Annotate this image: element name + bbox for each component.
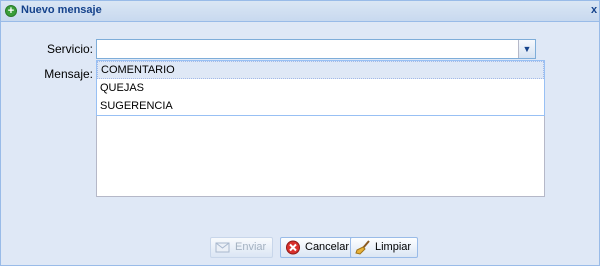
form-body: Servicio: ▼ Mensaje: COMENTARIO QUEJAS S… bbox=[7, 23, 595, 259]
limpiar-label: Limpiar bbox=[375, 241, 412, 253]
cancelar-label: Cancelar bbox=[305, 241, 350, 253]
envelope-send-icon bbox=[215, 242, 230, 253]
mensaje-label: Mensaje: bbox=[44, 67, 93, 81]
servicio-combo[interactable]: ▼ bbox=[96, 39, 536, 59]
dropdown-option-sugerencia[interactable]: SUGERENCIA bbox=[97, 97, 544, 115]
enviar-label: Enviar bbox=[235, 241, 267, 253]
servicio-label: Servicio: bbox=[46, 42, 93, 56]
servicio-dropdown-list: COMENTARIO QUEJAS SUGERENCIA bbox=[96, 60, 545, 116]
window-title: Nuevo mensaje bbox=[21, 4, 102, 16]
limpiar-button[interactable]: Limpiar bbox=[350, 237, 419, 258]
broom-icon bbox=[355, 240, 370, 255]
dropdown-option-comentario[interactable]: COMENTARIO bbox=[97, 61, 544, 79]
cancelar-button[interactable]: Cancelar bbox=[280, 237, 357, 258]
dropdown-option-quejas[interactable]: QUEJAS bbox=[97, 79, 544, 97]
close-icon[interactable]: x bbox=[591, 4, 599, 16]
window-titlebar[interactable]: + Nuevo mensaje x bbox=[1, 1, 599, 22]
enviar-button[interactable]: Enviar bbox=[210, 237, 274, 258]
cancel-icon bbox=[286, 240, 300, 255]
chevron-down-icon[interactable]: ▼ bbox=[518, 40, 535, 58]
add-icon: + bbox=[5, 5, 17, 17]
message-window: + Nuevo mensaje x Servicio: ▼ Mensaje: C… bbox=[0, 0, 600, 266]
